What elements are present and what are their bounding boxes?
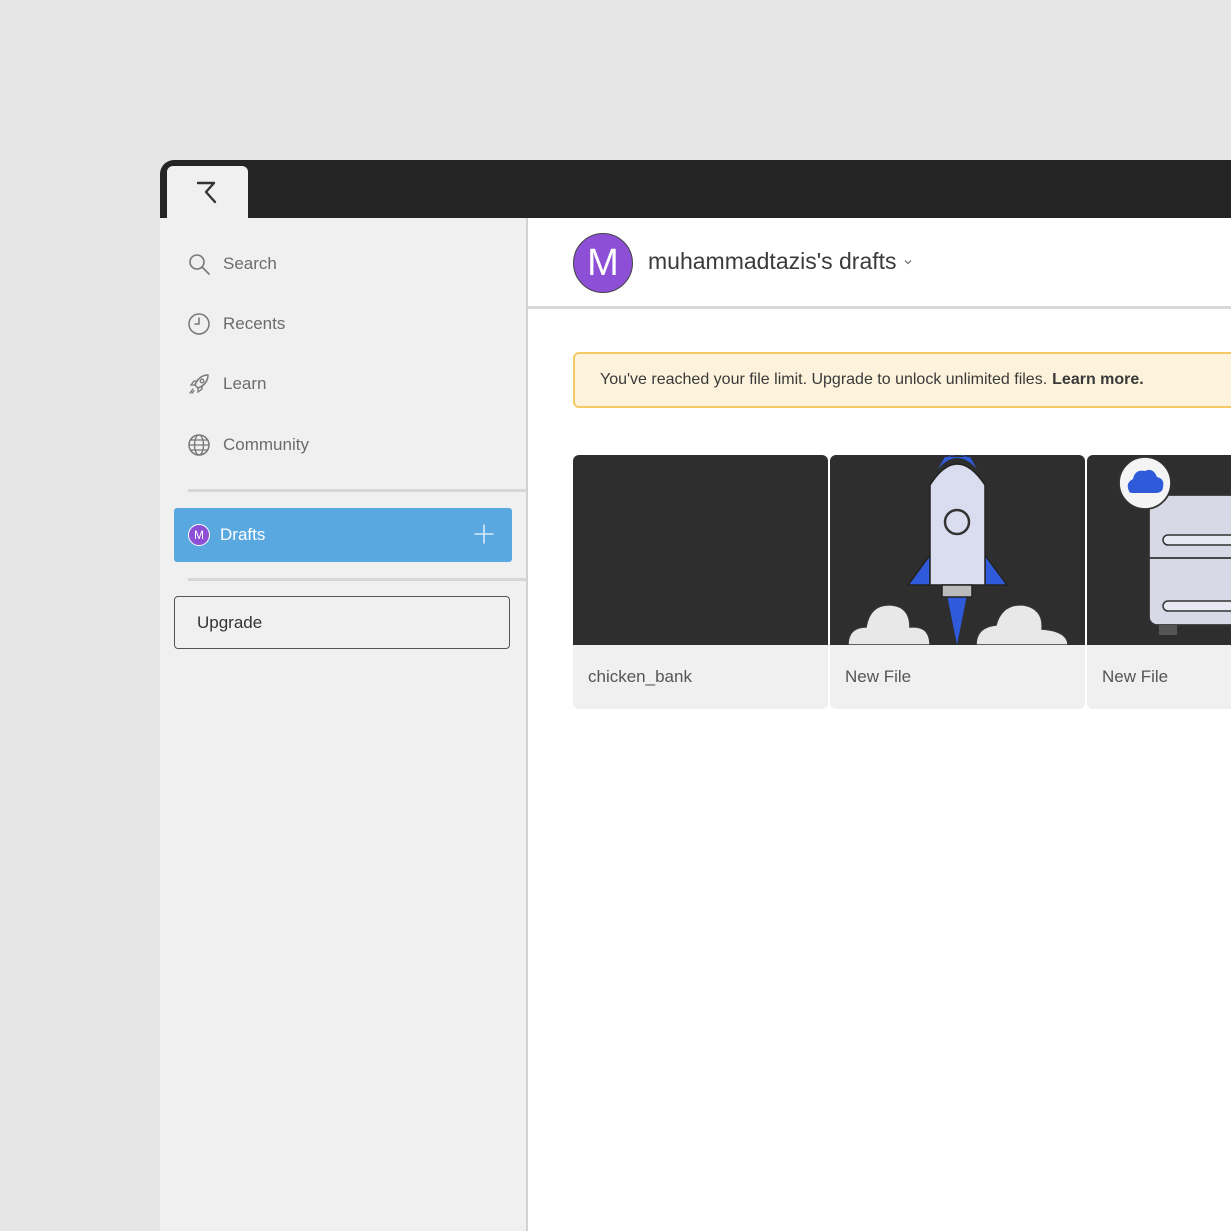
rocket-illustration	[847, 455, 1069, 646]
file-name: New File	[1102, 667, 1169, 686]
search-icon	[189, 254, 210, 275]
rocket-icon	[189, 374, 209, 394]
sidebar-divider	[188, 578, 526, 581]
plus-icon[interactable]	[472, 522, 496, 546]
main-content: M muhammadtazis's drafts You've reached …	[528, 218, 1231, 1231]
file-thumbnail	[830, 455, 1085, 646]
avatar[interactable]: M	[573, 233, 633, 293]
sidebar-item-drafts[interactable]: M Drafts	[174, 508, 512, 562]
sidebar-item-label: Recents	[223, 314, 286, 333]
file-name: chicken_bank	[588, 667, 692, 686]
file-thumbnail	[1087, 455, 1231, 645]
upgrade-button[interactable]: Upgrade	[174, 596, 510, 649]
globe-icon	[188, 434, 210, 456]
drafts-header: M muhammadtazis's drafts	[528, 218, 1231, 309]
chevron-down-icon	[904, 259, 911, 264]
file-card[interactable]: chicken_bank	[573, 455, 828, 709]
sidebar-item-label: Community	[223, 435, 309, 454]
avatar: M	[188, 524, 210, 546]
app-window: Search Recents Learn Community M Drafts …	[160, 160, 1231, 1231]
file-limit-banner: You've reached your file limit. Upgrade …	[573, 352, 1231, 408]
file-card[interactable]: New File	[830, 455, 1085, 709]
title-bar	[160, 160, 1231, 218]
banner-message: You've reached your file limit. Upgrade …	[600, 371, 1048, 388]
app-logo-icon	[196, 181, 216, 204]
clock-icon	[188, 313, 210, 335]
file-name: New File	[845, 667, 912, 686]
learn-more-link[interactable]: Learn more.	[1052, 371, 1144, 389]
page-title: muhammadtazis's drafts	[648, 248, 897, 274]
sidebar: Search Recents Learn Community M Drafts …	[160, 218, 528, 1231]
sidebar-divider	[188, 489, 526, 492]
cloud-server-illustration	[1118, 456, 1231, 635]
team-switcher[interactable]: muhammadtazis's drafts	[648, 248, 913, 275]
file-card[interactable]: New File	[1087, 455, 1231, 709]
sidebar-item-recents[interactable]: Recents	[187, 308, 285, 340]
sidebar-item-search[interactable]: Search	[187, 248, 277, 280]
sidebar-item-label: Learn	[223, 374, 267, 393]
sidebar-item-label: Search	[223, 254, 277, 273]
file-thumbnail	[573, 455, 828, 645]
home-tab[interactable]	[167, 166, 248, 218]
sidebar-item-learn[interactable]: Learn	[187, 368, 266, 400]
sidebar-item-label: Drafts	[220, 525, 266, 544]
sidebar-item-community[interactable]: Community	[187, 429, 309, 461]
